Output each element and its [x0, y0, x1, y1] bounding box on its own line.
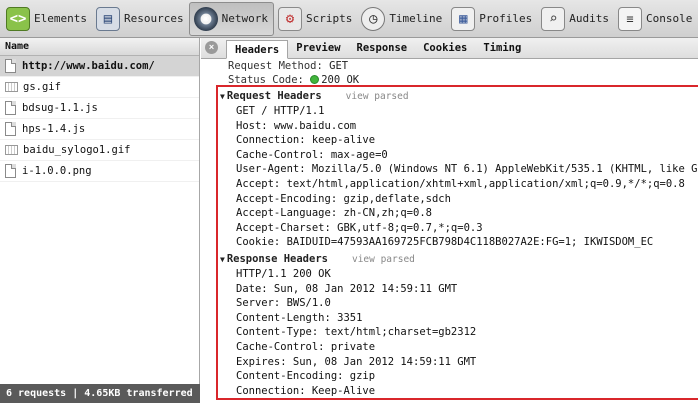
- header-line: Expires: Sun, 08 Jan 2012 14:59:11 GMT: [236, 355, 477, 368]
- header-line: Content-Encoding: gzip: [236, 370, 376, 383]
- panel-tab-label: Network: [221, 12, 268, 25]
- resource-name: i-1.0.0.png: [22, 165, 92, 177]
- resource-name: bdsug-1.1.js: [22, 102, 98, 114]
- scripts-icon: ⚙: [277, 6, 302, 31]
- tab-cookies[interactable]: Cookies: [415, 39, 475, 58]
- panel-tab-label: Timeline: [389, 12, 443, 25]
- panel-tab-scripts[interactable]: ⚙ Scripts: [274, 2, 357, 36]
- detail-tabbar: × Headers Preview Response Cookies Timin…: [201, 38, 698, 59]
- header-line: Connection: keep-alive: [236, 134, 376, 147]
- section-title: Response Headers: [226, 252, 328, 265]
- header-line: Cache-Control: max-age=0: [236, 148, 388, 161]
- document-icon: [5, 59, 16, 73]
- disclosure-triangle-icon[interactable]: ▼: [220, 255, 225, 264]
- resource-item[interactable]: hps-1.4.js: [0, 119, 199, 140]
- panel-tab-label: Scripts: [305, 12, 353, 25]
- resource-item[interactable]: baidu_sylogo1.gif: [0, 140, 199, 161]
- panel-tab-elements[interactable]: <> Elements: [2, 2, 92, 36]
- resource-item[interactable]: http://www.baidu.com/: [0, 56, 199, 77]
- response-header-list: HTTP/1.1 200 OK Date: Sun, 08 Jan 2012 14…: [218, 267, 698, 398]
- panel-tab-network[interactable]: ◉ Network: [188, 1, 274, 36]
- script-file-icon: [5, 122, 16, 136]
- header-line: Date: Sun, 08 Jan 2012 14:59:11 GMT: [236, 282, 458, 295]
- header-line: Cache-Control: private: [236, 340, 376, 353]
- resource-sidebar: Name http://www.baidu.com/ gs.gif bdsug-…: [0, 38, 200, 403]
- header-line: Host: www.baidu.com: [236, 119, 357, 132]
- network-icon: ◉: [193, 6, 218, 31]
- response-headers-section[interactable]: ▼ Response Headers view parsed: [218, 252, 698, 267]
- document-icon: [5, 164, 16, 178]
- panel-tab-profiles[interactable]: ▦ Profiles: [447, 2, 537, 36]
- toolbar: <> Elements ▤ Resources ◉ Network ⚙ Scri…: [0, 0, 698, 38]
- header-line: Content-Length: 3351: [236, 311, 363, 324]
- panel-tab-resources[interactable]: ▤ Resources: [92, 2, 189, 36]
- console-icon: ≡: [618, 6, 643, 31]
- request-detail-panel: × Headers Preview Response Cookies Timin…: [201, 38, 698, 403]
- tab-timing[interactable]: Timing: [475, 39, 529, 58]
- resource-name: hps-1.4.js: [22, 123, 86, 135]
- resource-item[interactable]: bdsug-1.1.js: [0, 98, 199, 119]
- header-line: Cookie: BAIDUID=47593AA169725FCB798D4C11…: [236, 236, 654, 249]
- panel-tab-timeline[interactable]: ◷ Timeline: [357, 2, 447, 36]
- header-line: GET / HTTP/1.1: [236, 105, 325, 117]
- header-line: Accept-Encoding: gzip,deflate,sdch: [236, 192, 451, 205]
- view-parsed-toggle[interactable]: view parsed: [346, 91, 409, 102]
- panel-tab-audits[interactable]: ⌕ Audits: [537, 2, 614, 36]
- header-line: Accept-Charset: GBK,utf-8;q=0.7,*;q=0.3: [236, 221, 483, 234]
- header-line: Accept-Language: zh-CN,zh;q=0.8: [236, 207, 432, 220]
- resources-icon: ▤: [95, 6, 120, 31]
- resource-name: gs.gif: [23, 81, 61, 93]
- resource-item[interactable]: i-1.0.0.png: [0, 161, 199, 182]
- audits-icon: ⌕: [541, 6, 566, 31]
- close-icon[interactable]: ×: [205, 41, 218, 54]
- panel-tab-label: Profiles: [479, 12, 533, 25]
- image-icon: [5, 82, 18, 92]
- header-line: Content-Type: text/html;charset=gb2312: [236, 326, 477, 339]
- resource-item[interactable]: gs.gif: [0, 77, 199, 98]
- panel-tab-label: Elements: [34, 12, 87, 25]
- request-headers-section[interactable]: ▼ Request Headers view parsed: [218, 89, 698, 104]
- image-icon: [5, 145, 18, 155]
- panel-tab-label: Console: [646, 12, 693, 25]
- disclosure-triangle-icon[interactable]: ▼: [220, 92, 225, 101]
- resource-name: http://www.baidu.com/: [22, 60, 155, 72]
- profiles-icon: ▦: [451, 6, 476, 31]
- header-line: Accept: text/html,application/xhtml+xml,…: [236, 177, 685, 190]
- tab-response[interactable]: Response: [349, 39, 416, 58]
- request-summary: Request Method: GET Status Code: 200 OK: [201, 59, 698, 87]
- tab-headers[interactable]: Headers: [226, 40, 289, 59]
- timeline-icon: ◷: [361, 6, 386, 31]
- resource-name: baidu_sylogo1.gif: [23, 144, 131, 156]
- network-summary: 6 requests | 4.65KB transferred: [0, 384, 200, 403]
- request-method-row: Request Method: GET: [228, 59, 698, 73]
- panel-tab-label: Audits: [569, 12, 610, 25]
- header-line: HTTP/1.1 200 OK: [236, 267, 331, 280]
- section-title: Request Headers: [226, 90, 322, 102]
- tab-preview[interactable]: Preview: [288, 39, 348, 58]
- elements-icon: <>: [6, 6, 30, 31]
- name-column-header[interactable]: Name: [0, 38, 199, 56]
- header-line: Connection: Keep-Alive: [236, 384, 376, 397]
- header-line: User-Agent: Mozilla/5.0 (Windows NT 6.1)…: [236, 163, 698, 176]
- view-parsed-toggle[interactable]: view parsed: [352, 254, 415, 265]
- headers-highlight-box: ▼ Request Headers view parsed GET / HTTP/1…: [216, 85, 698, 400]
- request-method-value: GET: [329, 60, 349, 72]
- panel-tab-label: Resources: [123, 12, 184, 25]
- header-line: Server: BWS/1.0: [236, 297, 331, 310]
- request-header-list: GET / HTTP/1.1 Host: www.baidu.com Connect…: [218, 104, 698, 250]
- script-file-icon: [5, 101, 16, 115]
- panel-tab-console[interactable]: ≡ Console: [614, 2, 697, 36]
- status-ok-icon: [310, 75, 320, 84]
- request-method-label: Request Method:: [228, 60, 323, 72]
